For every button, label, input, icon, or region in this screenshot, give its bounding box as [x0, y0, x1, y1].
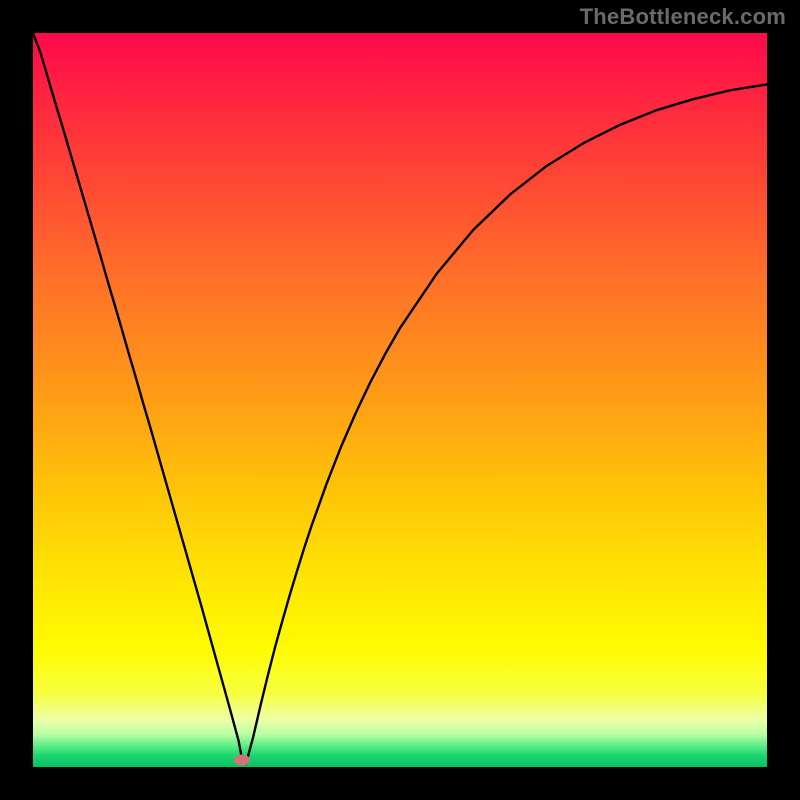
bottleneck-curve: [33, 33, 767, 764]
curve-svg: [33, 33, 767, 767]
optimal-marker: [234, 754, 250, 765]
chart-frame: TheBottleneck.com: [0, 0, 800, 800]
plot-area: [33, 33, 767, 767]
watermark-text: TheBottleneck.com: [580, 4, 786, 30]
